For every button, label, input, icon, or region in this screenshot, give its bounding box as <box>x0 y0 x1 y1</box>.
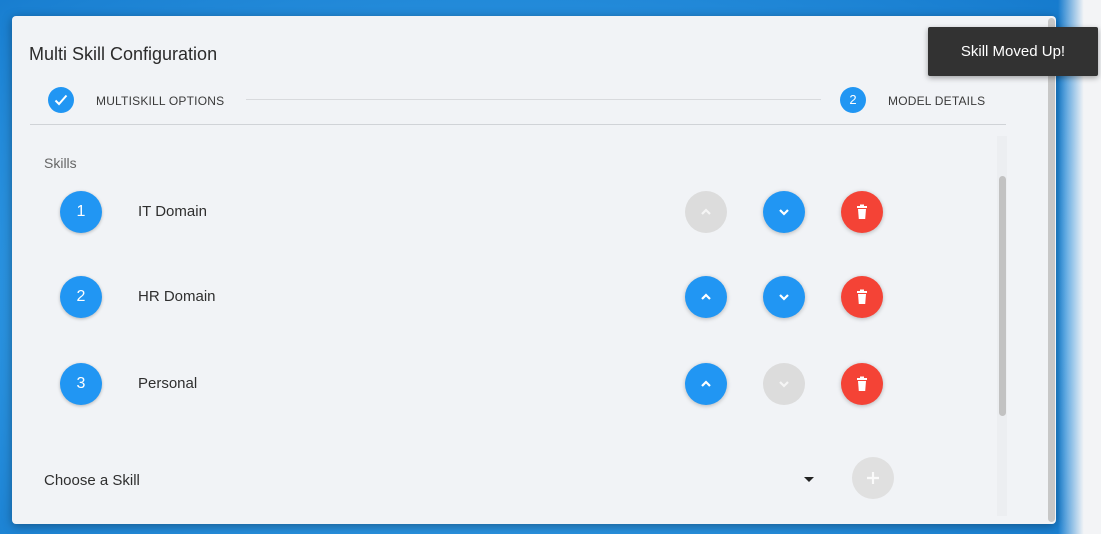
dialog-title: Multi Skill Configuration <box>29 44 218 64</box>
move-up-button[interactable] <box>685 191 727 233</box>
skill-order-badge: 3 <box>60 363 102 405</box>
dropdown-caret-icon[interactable] <box>804 477 814 482</box>
skill-row: 1 IT Domain <box>12 191 972 235</box>
delete-skill-button[interactable] <box>841 276 883 318</box>
stepper: MULTISKILL OPTIONS 2 MODEL DETAILS <box>30 84 1006 125</box>
step-1-label[interactable]: MULTISKILL OPTIONS <box>96 94 224 108</box>
chevron-up-icon <box>701 208 711 215</box>
move-down-button[interactable] <box>763 363 805 405</box>
plus-icon <box>867 472 879 484</box>
step-1-check-icon[interactable] <box>48 87 74 113</box>
skill-order-badge: 1 <box>60 191 102 233</box>
move-up-button[interactable] <box>685 363 727 405</box>
delete-skill-button[interactable] <box>841 363 883 405</box>
add-skill-button[interactable] <box>852 457 894 499</box>
multi-skill-dialog: Multi Skill Configuration MULTISKILL OPT… <box>12 16 1056 524</box>
skills-section-label: Skills <box>44 155 77 171</box>
skill-name: IT Domain <box>138 203 207 220</box>
skill-name: HR Domain <box>138 288 216 305</box>
skill-order-badge: 2 <box>60 276 102 318</box>
chevron-down-icon <box>779 381 789 388</box>
toast-notification: Skill Moved Up! <box>928 27 1098 76</box>
move-down-button[interactable] <box>763 276 805 318</box>
chevron-down-icon <box>779 294 789 301</box>
skills-scrollbar-thumb[interactable] <box>999 176 1006 416</box>
move-up-button[interactable] <box>685 276 727 318</box>
trash-icon <box>857 204 867 219</box>
chevron-down-icon <box>779 209 789 216</box>
trash-icon <box>857 376 867 391</box>
skill-name: Personal <box>138 375 198 392</box>
skill-row: 2 HR Domain <box>12 276 972 320</box>
trash-icon <box>857 289 867 304</box>
step-2-label[interactable]: MODEL DETAILS <box>888 94 985 108</box>
move-down-button[interactable] <box>763 191 805 233</box>
skill-row: 3 Personal <box>12 363 972 407</box>
step-2-number[interactable]: 2 <box>840 87 866 113</box>
background-edge <box>1058 0 1101 534</box>
dialog-scrollbar-thumb[interactable] <box>1048 18 1055 522</box>
delete-skill-button[interactable] <box>841 191 883 233</box>
step-connector <box>246 99 821 100</box>
chevron-up-icon <box>701 380 711 387</box>
choose-skill-select[interactable]: Choose a Skill <box>44 472 140 489</box>
chevron-up-icon <box>701 293 711 300</box>
